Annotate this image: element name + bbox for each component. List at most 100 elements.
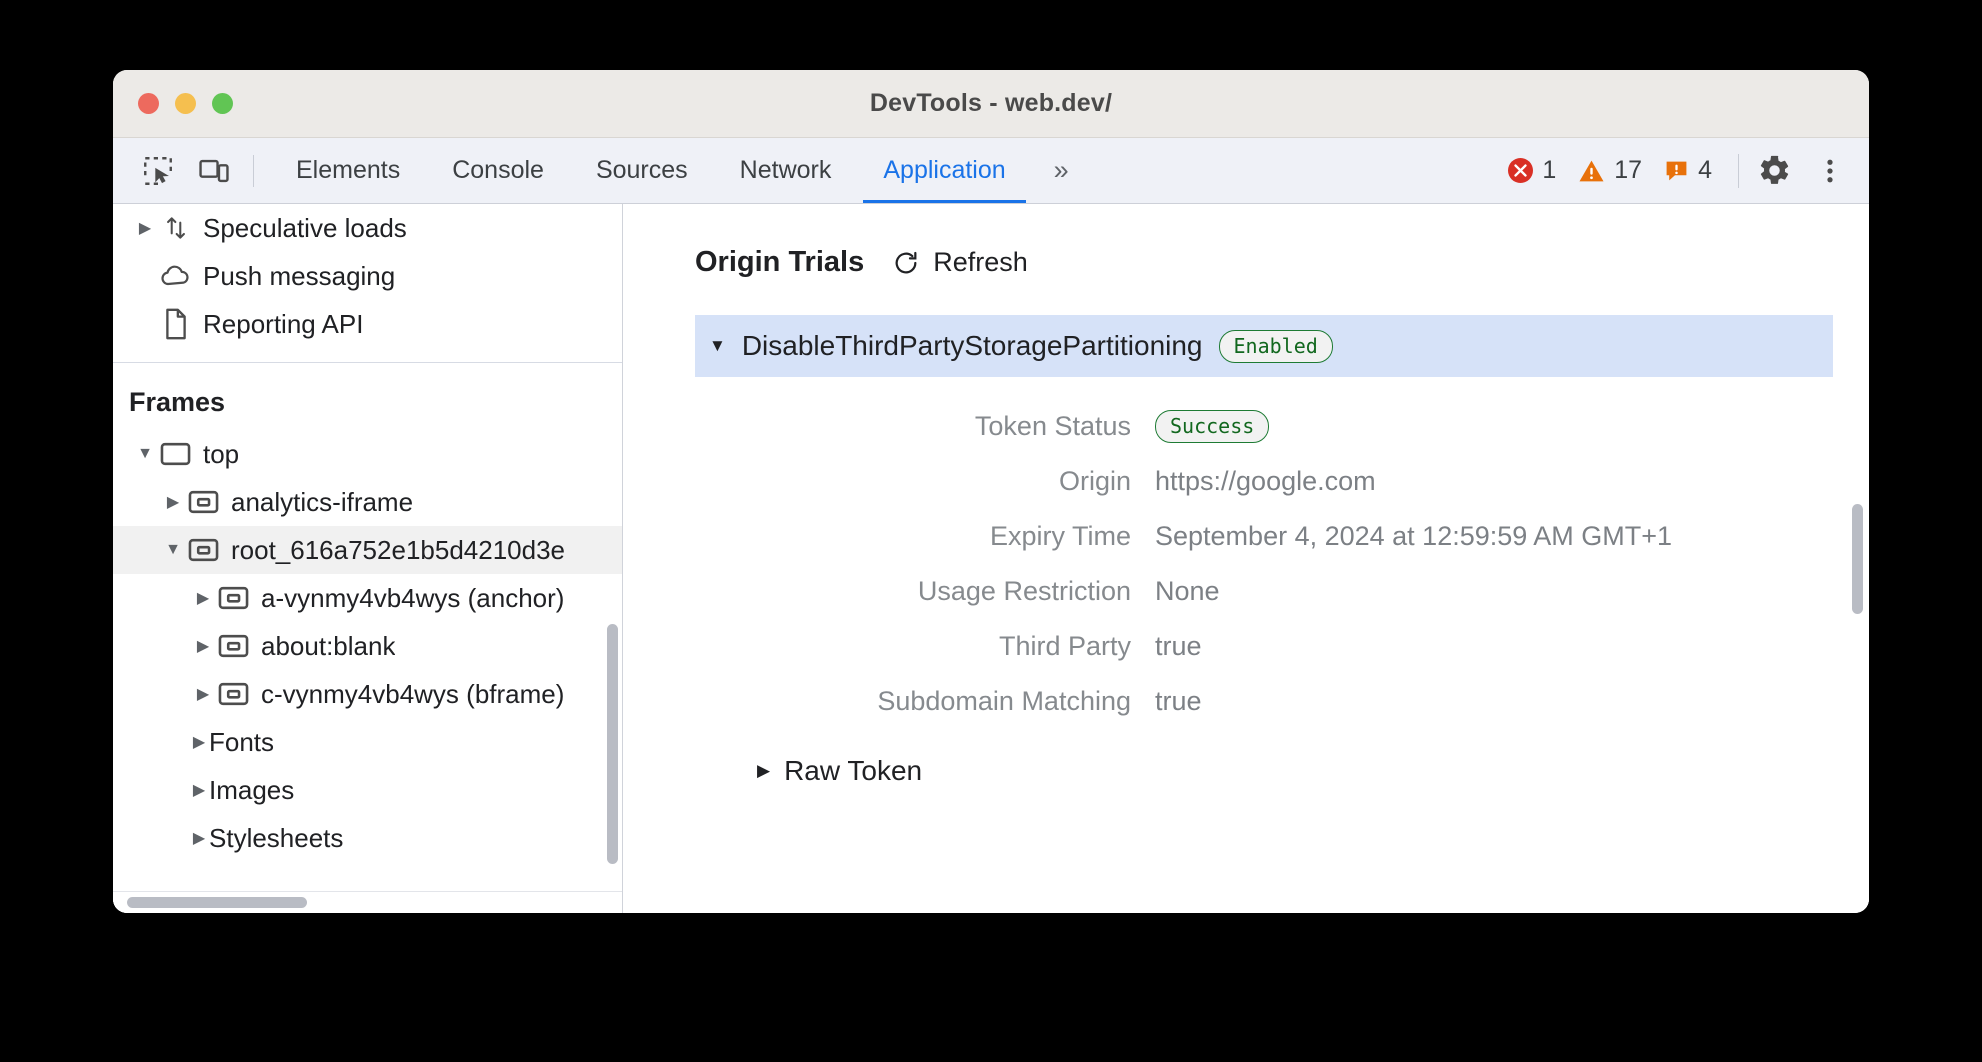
detail-row-subdomain-matching: Subdomain Matching true [695, 674, 1869, 729]
panel-tabs: Elements Console Sources Network Applica… [270, 138, 1091, 203]
frame-item-analytics-iframe[interactable]: ▶ analytics-iframe [113, 478, 622, 526]
resource-group-fonts[interactable]: ▶ Fonts [113, 718, 622, 766]
tab-console[interactable]: Console [426, 138, 570, 203]
devtools-window: DevTools - web.dev/ Elements Console [113, 70, 1869, 913]
sidebar-horizontal-scrollbar[interactable] [127, 897, 307, 908]
error-counter[interactable]: 1 [1508, 156, 1556, 185]
sidebar-item-reporting-api[interactable]: ▶ Reporting API [113, 300, 622, 348]
warning-count: 17 [1614, 156, 1642, 185]
window-title: DevTools - web.dev/ [113, 89, 1869, 118]
refresh-icon [892, 249, 920, 277]
chevron-down-icon[interactable]: ▼ [709, 336, 726, 356]
issues-counter[interactable]: 4 [1664, 156, 1712, 185]
toolbar-right-group: 1 17 [1508, 148, 1853, 194]
issue-count: 4 [1698, 156, 1712, 185]
frame-icon [157, 441, 195, 467]
warning-counter[interactable]: 17 [1578, 156, 1642, 185]
tab-application[interactable]: Application [857, 138, 1031, 203]
origin-trials-panel: Origin Trials Refresh ▼ DisableThirdP [623, 204, 1869, 913]
trial-detail-rows: Token Status Success Origin https://goog… [695, 399, 1869, 729]
frame-label: top [203, 439, 239, 470]
detail-label: Subdomain Matching [695, 686, 1155, 717]
detail-value: https://google.com [1155, 466, 1376, 497]
frame-label: root_616a752e1b5d4210d3e [231, 535, 565, 566]
trial-row-header[interactable]: ▼ DisableThirdPartyStoragePartitioning E… [695, 315, 1833, 377]
error-count: 1 [1542, 156, 1556, 185]
detail-value: true [1155, 686, 1202, 717]
resource-group-label: Images [209, 775, 294, 806]
sidebar-horizontal-scrollbar-track [113, 891, 622, 913]
device-toolbar-icon[interactable] [191, 148, 237, 194]
token-status-badge: Success [1155, 410, 1269, 443]
resource-group-stylesheets[interactable]: ▶ Stylesheets [113, 814, 622, 862]
more-tabs-icon[interactable]: » [1032, 138, 1091, 203]
speculative-loads-icon [157, 213, 195, 243]
screen: DevTools - web.dev/ Elements Console [0, 0, 1982, 1062]
refresh-label: Refresh [933, 247, 1028, 278]
chevron-right-icon[interactable]: ▶ [757, 761, 770, 781]
main-vertical-scrollbar[interactable] [1852, 504, 1863, 614]
iframe-icon [185, 489, 223, 515]
sidebar-item-speculative-loads[interactable]: ▶ Speculative loads [113, 204, 622, 252]
sidebar-item-label: Reporting API [203, 309, 363, 340]
detail-label: Usage Restriction [695, 576, 1155, 607]
frames-section-title: Frames [113, 363, 622, 430]
tab-elements[interactable]: Elements [270, 138, 426, 203]
chevron-right-icon[interactable]: ▶ [161, 492, 185, 512]
tab-sources[interactable]: Sources [570, 138, 714, 203]
resource-group-images[interactable]: ▶ Images [113, 766, 622, 814]
refresh-button[interactable]: Refresh [892, 247, 1028, 278]
sidebar-item-push-messaging[interactable]: ▶ Push messaging [113, 252, 622, 300]
frame-item-c-vynmy4vb4wys[interactable]: ▶ c-vynmy4vb4wys (bframe) [113, 670, 622, 718]
error-icon [1508, 158, 1533, 183]
gear-icon[interactable] [1751, 148, 1797, 194]
frame-item-a-vynmy4vb4wys[interactable]: ▶ a-vynmy4vb4wys (anchor) [113, 574, 622, 622]
iframe-icon [215, 585, 253, 611]
sidebar-scroll-area: ▶ Speculative loads ▶ [113, 204, 622, 891]
chevron-right-icon[interactable]: ▶ [191, 684, 215, 704]
inspect-element-icon[interactable] [135, 148, 181, 194]
issue-icon [1664, 158, 1689, 183]
document-icon [157, 308, 195, 340]
resource-group-label: Fonts [209, 727, 274, 758]
application-sidebar: ▶ Speculative loads ▶ [113, 204, 623, 913]
origin-trials-header: Origin Trials Refresh [695, 246, 1869, 279]
sidebar-vertical-scrollbar[interactable] [607, 624, 618, 864]
raw-token-label: Raw Token [784, 755, 922, 787]
iframe-icon [185, 537, 223, 563]
frame-label: about:blank [261, 631, 395, 662]
chevron-right-icon[interactable]: ▶ [189, 780, 209, 800]
detail-row-token-status: Token Status Success [695, 399, 1869, 454]
chevron-right-icon[interactable]: ▶ [189, 732, 209, 752]
chevron-right-icon[interactable]: ▶ [133, 218, 157, 238]
frame-item-top[interactable]: ▼ top [113, 430, 622, 478]
detail-label: Token Status [695, 411, 1155, 442]
devtools-body: ▶ Speculative loads ▶ [113, 204, 1869, 913]
detail-row-expiry-time: Expiry Time September 4, 2024 at 12:59:5… [695, 509, 1869, 564]
kebab-menu-icon[interactable] [1807, 148, 1853, 194]
devtools-toolbar: Elements Console Sources Network Applica… [113, 138, 1869, 204]
raw-token-toggle[interactable]: ▶ Raw Token [757, 755, 1869, 787]
iframe-icon [215, 681, 253, 707]
detail-row-third-party: Third Party true [695, 619, 1869, 674]
toolbar-divider [253, 155, 254, 187]
sidebar-item-label: Speculative loads [203, 213, 407, 244]
chevron-right-icon[interactable]: ▶ [191, 588, 215, 608]
chevron-right-icon[interactable]: ▶ [189, 828, 209, 848]
frame-item-root-selected[interactable]: ▼ root_616a752e1b5d4210d3e [113, 526, 622, 574]
detail-value: None [1155, 576, 1220, 607]
iframe-icon [215, 633, 253, 659]
detail-label: Third Party [695, 631, 1155, 662]
warning-icon [1578, 159, 1605, 183]
tab-network[interactable]: Network [714, 138, 858, 203]
detail-label: Expiry Time [695, 521, 1155, 552]
chevron-right-icon[interactable]: ▶ [191, 636, 215, 656]
resource-group-label: Stylesheets [209, 823, 343, 854]
frame-item-about-blank[interactable]: ▶ about:blank [113, 622, 622, 670]
detail-value: September 4, 2024 at 12:59:59 AM GMT+1 [1155, 521, 1672, 552]
detail-row-origin: Origin https://google.com [695, 454, 1869, 509]
chevron-down-icon[interactable]: ▼ [133, 445, 157, 463]
chevron-down-icon[interactable]: ▼ [161, 541, 185, 559]
toolbar-divider-right [1738, 154, 1739, 188]
detail-value: true [1155, 631, 1202, 662]
